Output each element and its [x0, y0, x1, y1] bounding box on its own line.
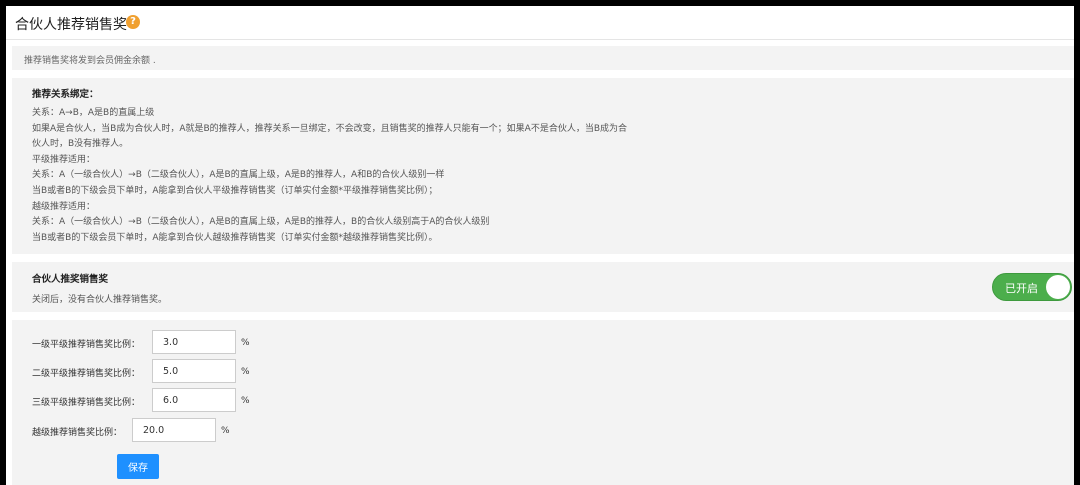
enable-toggle[interactable]: 已开启 [992, 273, 1072, 301]
rate-label: 三级平级推荐销售奖比例： [32, 398, 141, 408]
rule-line: 伙人时，B没有推荐人。 [32, 139, 129, 150]
page-title: 合伙人推荐销售奖 [15, 17, 127, 33]
toggle-knob [1046, 275, 1070, 299]
percent-unit: % [241, 367, 250, 377]
skip-level-rate-input[interactable] [132, 418, 216, 442]
enable-section: 合伙人推奖销售奖 关闭后，没有合伙人推荐销售奖。 已开启 [12, 262, 1074, 312]
notice-text: 推荐销售奖将发到会员佣金余额 . [12, 46, 1074, 70]
enable-description: 关闭后，没有合伙人推荐销售奖。 [32, 295, 168, 305]
settings-panel: 合伙人推荐销售奖 ? 推荐销售奖将发到会员佣金余额 . 推荐关系绑定： 关系：A… [6, 6, 1074, 485]
percent-unit: % [241, 338, 250, 348]
percent-unit: % [221, 426, 230, 436]
question-icon[interactable]: ? [126, 15, 140, 29]
rule-line: 关系：A（一级合伙人）→B（二级合伙人），A是B的直属上级，A是B的推荐人，A和… [32, 170, 445, 181]
rule-line: 平级推荐适用： [32, 154, 96, 165]
rule-line: 关系：A→B，A是B的直属上级 [32, 108, 155, 118]
rule-line: 越级推荐适用： [32, 201, 96, 212]
rule-line: 如果A是合伙人，当B成为合伙人时，A就是B的推荐人，推荐关系一旦绑定，不会改变，… [32, 123, 627, 134]
save-button[interactable]: 保存 [117, 454, 159, 479]
rules-section: 推荐关系绑定： 关系：A→B，A是B的直属上级 如果A是合伙人，当B成为合伙人时… [12, 78, 1074, 254]
level2-rate-input[interactable] [152, 359, 236, 383]
rate-label: 二级平级推荐销售奖比例： [32, 369, 141, 379]
level1-rate-input[interactable] [152, 330, 236, 354]
rates-form: 一级平级推荐销售奖比例： % 二级平级推荐销售奖比例： % 三级平级推荐销售奖比… [12, 320, 1074, 485]
enable-title: 合伙人推奖销售奖 [32, 274, 109, 285]
rule-line: 关系：A（一级合伙人）→B（二级合伙人），A是B的直属上级，A是B的推荐人，B的… [32, 217, 490, 228]
level3-rate-input[interactable] [152, 388, 236, 412]
toggle-label: 已开启 [1005, 282, 1038, 295]
rule-line: 当B或者B的下级会员下单时，A能拿到合伙人越级推荐销售奖（订单实付金额*越级推荐… [32, 232, 438, 243]
percent-unit: % [241, 396, 250, 406]
rate-label: 越级推荐销售奖比例： [32, 428, 123, 438]
rule-line: 当B或者B的下级会员下单时，A能拿到合伙人平级推荐销售奖（订单实付金额*平级推荐… [32, 185, 438, 196]
rules-title: 推荐关系绑定： [32, 89, 99, 100]
page-header: 合伙人推荐销售奖 ? [6, 6, 1074, 40]
rate-label: 一级平级推荐销售奖比例： [32, 340, 141, 350]
